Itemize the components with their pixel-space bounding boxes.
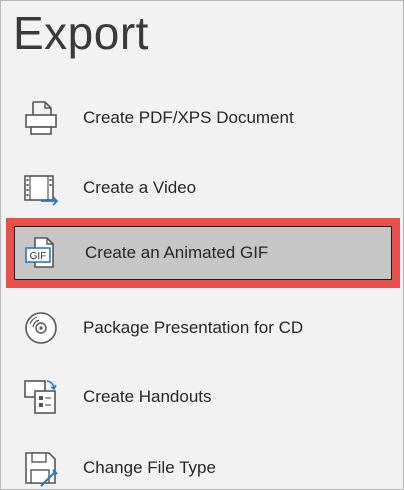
video-icon [19,166,63,210]
create-animated-gif-label: Create an Animated GIF [85,243,269,262]
change-file-type-button[interactable]: Change File Type [11,438,397,489]
change-file-type-icon [19,446,63,489]
page-title: Export [13,7,149,59]
create-handouts-label: Create Handouts [83,387,212,406]
create-video-label: Create a Video [83,178,197,197]
create-pdf-xps-label: Create PDF/XPS Document [83,108,294,127]
pdf-document-icon [19,96,63,140]
handouts-icon [19,375,63,419]
create-video-button[interactable]: Create a Video [11,158,397,218]
create-handouts-button[interactable]: Create Handouts [11,367,397,427]
create-pdf-xps-button[interactable]: Create PDF/XPS Document [11,88,397,148]
gif-icon-text: GIF [30,251,47,262]
export-panel: Export Create PDF/XPS Document Create a … [0,0,404,490]
package-presentation-cd-label: Package Presentation for CD [83,318,304,337]
gif-icon: GIF [21,231,65,275]
create-animated-gif-button[interactable]: GIF Create an Animated GIF [6,218,400,288]
package-presentation-cd-button[interactable]: Package Presentation for CD [11,298,397,358]
cd-icon [19,306,63,350]
selected-item-highlight: GIF Create an Animated GIF [14,226,392,280]
change-file-type-label: Change File Type [83,458,216,477]
